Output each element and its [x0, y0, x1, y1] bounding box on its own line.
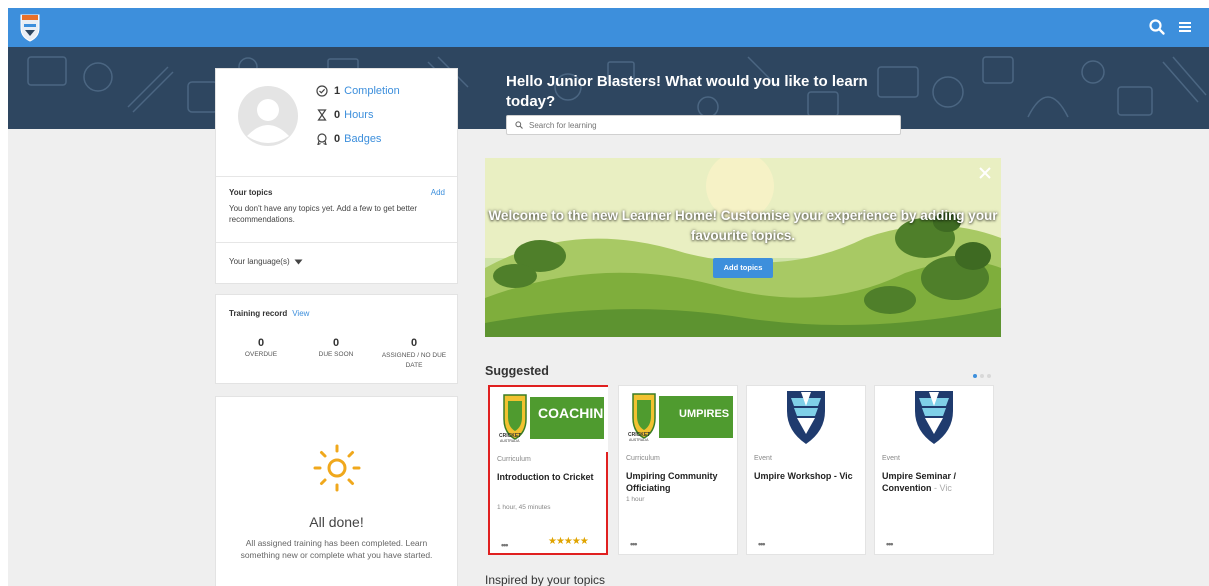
hamburger-menu-icon[interactable]: [1176, 18, 1194, 36]
assigned-label: ASSIGNED / NO DUE DATE: [381, 352, 447, 369]
suggested-section-title: Suggested: [485, 364, 549, 378]
assigned-count: 0: [410, 337, 418, 349]
training-record-card: Training record View 0 OVERDUE 0 DUE SOO…: [215, 294, 458, 384]
add-topics-link[interactable]: Add: [431, 188, 445, 197]
search-icon: [515, 121, 523, 129]
welcome-hero: Welcome to the new Learner Home! Customi…: [485, 158, 1001, 337]
due-soon-count: 0: [332, 337, 340, 349]
carousel-pagination[interactable]: [973, 374, 991, 378]
avatar[interactable]: [238, 86, 298, 146]
training-view-link[interactable]: View: [292, 309, 309, 318]
completion-stat[interactable]: 1 Completion: [316, 85, 400, 97]
landscape-illustration: [485, 158, 1001, 337]
logo-icon[interactable]: [19, 12, 41, 42]
divider: [216, 176, 457, 177]
overdue-count: 0: [257, 337, 265, 349]
completion-label[interactable]: Completion: [344, 85, 400, 97]
course-type: Event: [754, 455, 772, 462]
badges-stat[interactable]: 0 Badges: [316, 133, 381, 145]
language-label: Your language(s): [229, 257, 290, 266]
all-done-text: All assigned training has been completed…: [240, 538, 433, 560]
carousel-dot-active[interactable]: [973, 374, 977, 378]
sun-icon: [313, 444, 361, 492]
all-done-card: All done! All assigned training has been…: [215, 396, 458, 586]
thumb-label: COACHING: [538, 405, 608, 421]
due-soon-label: DUE SOON: [318, 351, 354, 358]
hourglass-icon: [317, 109, 327, 121]
all-done-title: All done!: [309, 514, 364, 530]
badges-label[interactable]: Badges: [344, 133, 381, 145]
more-options-icon[interactable]: •••: [630, 539, 638, 549]
overdue-count-block[interactable]: 0 OVERDUE: [226, 337, 296, 358]
thumb-logo-sub: AUSTRALIA: [500, 439, 520, 443]
course-type: Event: [882, 455, 900, 462]
thumb-logo-sub: AUSTRALIA: [629, 438, 649, 442]
course-thumbnail: [747, 386, 865, 451]
vic-shield-icon: [747, 386, 865, 451]
inspired-section-title: Inspired by your topics: [485, 573, 606, 586]
greeting-heading: Hello Junior Blasters! What would you li…: [506, 73, 868, 110]
hours-label[interactable]: Hours: [344, 109, 373, 121]
language-selector[interactable]: Your language(s): [229, 257, 303, 266]
vic-shield-icon: [875, 386, 993, 451]
divider: [216, 242, 457, 243]
badge-icon: [317, 133, 327, 145]
course-title-suffix: - Vic: [931, 483, 952, 493]
course-card-umpire-seminar-convention[interactable]: Event Umpire Seminar / Convention - Vic …: [874, 385, 994, 555]
profile-card: 1 Completion 0 Hours 0 Badges Your topic…: [215, 68, 458, 284]
course-card-umpire-workshop-vic[interactable]: Event Umpire Workshop - Vic •••: [746, 385, 866, 555]
caret-down-icon: [294, 259, 303, 264]
course-duration: 1 hour: [626, 496, 645, 503]
overdue-label: OVERDUE: [244, 351, 278, 358]
hours-count: 0: [334, 109, 341, 121]
course-duration: 1 hour, 45 minutes: [497, 504, 551, 511]
assigned-count-block[interactable]: 0 ASSIGNED / NO DUE DATE: [374, 337, 454, 371]
due-soon-count-block[interactable]: 0 DUE SOON: [306, 337, 366, 358]
training-record-title: Training record: [229, 309, 288, 318]
course-thumbnail: UMPIRES CRICKET AUSTRALIA: [619, 386, 737, 451]
search-box[interactable]: [506, 115, 901, 135]
course-thumbnail: [875, 386, 993, 451]
completion-count: 1: [334, 85, 341, 97]
carousel-dot[interactable]: [987, 374, 991, 378]
your-topics-title: Your topics: [229, 188, 273, 197]
thumb-label: UMPIRES: [679, 408, 730, 420]
add-topics-button[interactable]: Add topics: [713, 258, 773, 278]
course-title[interactable]: Umpire Seminar / Convention - Vic: [882, 470, 990, 494]
search-input[interactable]: [529, 120, 889, 130]
course-card-umpiring-community-officiating[interactable]: UMPIRES CRICKET AUSTRALIA Curriculum Ump…: [618, 385, 738, 555]
course-type: Curriculum: [497, 456, 531, 463]
topics-empty-text: You don't have any topics yet. Add a few…: [229, 204, 418, 224]
app-frame: 1 Completion 0 Hours 0 Badges Your topic…: [8, 8, 1209, 586]
carousel-dot[interactable]: [980, 374, 984, 378]
more-options-icon[interactable]: •••: [501, 540, 509, 550]
badges-count: 0: [334, 133, 341, 145]
course-type: Curriculum: [626, 455, 660, 462]
course-title[interactable]: Umpiring Community Officiating: [626, 470, 734, 494]
more-options-icon[interactable]: •••: [758, 539, 766, 549]
rating-stars: ★★★★★: [548, 536, 589, 547]
search-icon[interactable]: [1148, 18, 1166, 36]
hero-message: Welcome to the new Learner Home! Customi…: [488, 208, 998, 243]
hours-stat[interactable]: 0 Hours: [316, 109, 373, 121]
course-title[interactable]: Umpire Workshop - Vic: [754, 470, 862, 482]
course-title[interactable]: Introduction to Cricket: [497, 471, 605, 483]
more-options-icon[interactable]: •••: [886, 539, 894, 549]
course-thumbnail: COACHING CRICKET AUSTRALIA: [490, 387, 608, 452]
check-circle-icon: [316, 85, 328, 97]
top-navigation-bar: [8, 8, 1209, 47]
course-card-introduction-to-cricket[interactable]: COACHING CRICKET AUSTRALIA Curriculum In…: [488, 385, 608, 555]
